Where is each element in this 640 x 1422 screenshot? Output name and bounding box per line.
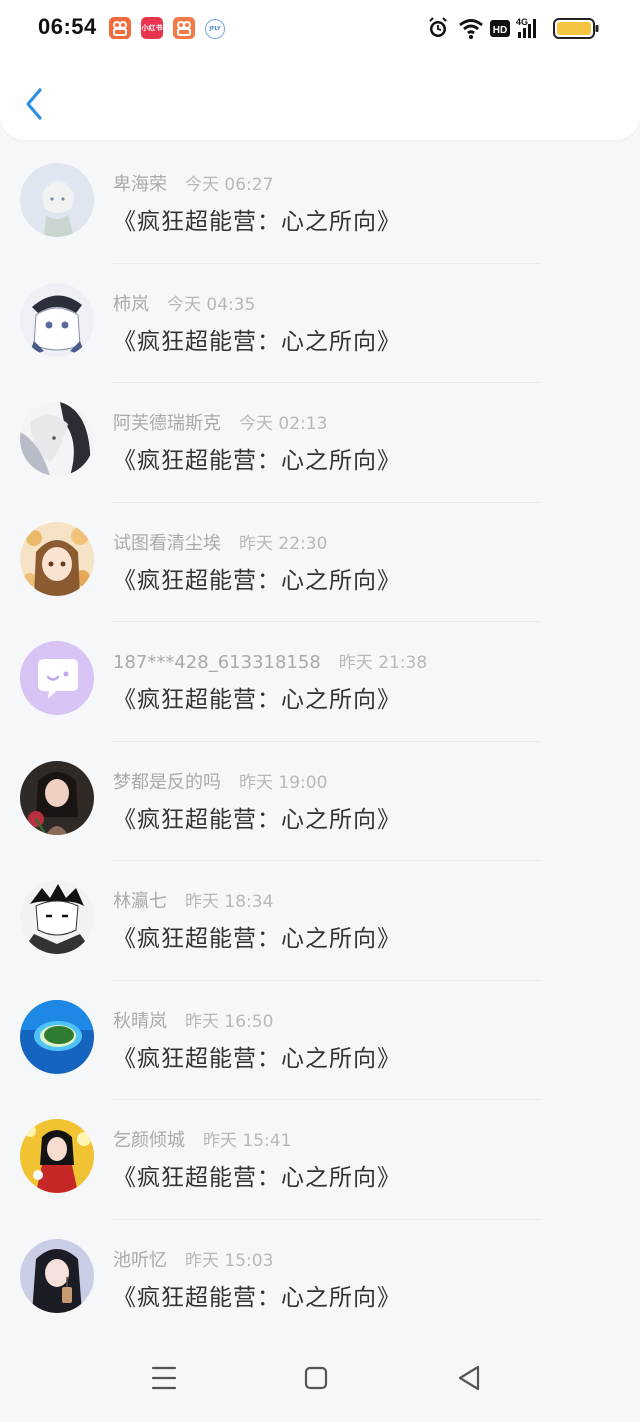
status-bar: 06:54 小红书 JFLY HD 4G (0, 0, 640, 58)
alarm-icon (429, 17, 447, 37)
message-text: 《疯狂超能营：心之所向》 (113, 448, 401, 474)
sender-name: 187***428_613318158 (113, 652, 321, 673)
battery-icon (553, 18, 599, 39)
item-header: 池听忆 昨天 15:03 (113, 1246, 273, 1272)
item-header: 梦都是反的吗 昨天 19:00 (113, 768, 327, 794)
mini-app-icon: 小红书 (141, 17, 163, 39)
item-header: 乞颜倾城 昨天 15:41 (113, 1126, 291, 1152)
message-text: 《疯狂超能营：心之所向》 (113, 687, 401, 713)
item-header: 柿岚 今天 04:35 (113, 290, 255, 316)
item-header: 秋晴岚 昨天 16:50 (113, 1007, 273, 1033)
avatar (20, 1119, 94, 1193)
sender-name: 试图看清尘埃 (113, 532, 221, 554)
list-item[interactable]: 乞颜倾城 昨天 15:41 《疯狂超能营：心之所向》 (0, 1100, 640, 1220)
home-square-icon (304, 1366, 328, 1390)
avatar (20, 760, 94, 835)
jfly-icon: JFLY (205, 19, 225, 39)
message-text: 《疯狂超能营：心之所向》 (113, 926, 401, 952)
svg-text:HD: HD (493, 25, 507, 36)
message-text: 《疯狂超能营：心之所向》 (113, 1165, 401, 1191)
timestamp: 昨天 16:50 (185, 1011, 274, 1032)
list-item[interactable]: 试图看清尘埃 昨天 22:30 《疯狂超能营：心之所向》 (0, 503, 640, 622)
item-header: 林瀛七 昨天 18:34 (113, 887, 273, 913)
hd-icon: HD (490, 20, 510, 37)
sender-name: 梦都是反的吗 (113, 771, 221, 793)
sender-name: 池听忆 (113, 1249, 167, 1271)
avatar (20, 999, 94, 1074)
sender-name: 乞颜倾城 (113, 1130, 185, 1151)
header (0, 58, 640, 140)
back-nav-button[interactable] (450, 1358, 490, 1398)
message-text: 《疯狂超能营：心之所向》 (113, 567, 401, 594)
kuaishou-icon (109, 17, 131, 39)
sender-name: 林瀛七 (113, 891, 167, 912)
menu-button[interactable] (144, 1358, 184, 1398)
message-text: 《疯狂超能营：心之所向》 (113, 328, 401, 355)
timestamp: 昨天 22:30 (239, 533, 328, 554)
list-item[interactable]: 池听忆 昨天 15:03 《疯狂超能营：心之所向》 (0, 1220, 640, 1339)
avatar (20, 521, 94, 596)
timestamp: 昨天 15:03 (185, 1250, 274, 1271)
timestamp: 昨天 18:34 (185, 892, 274, 912)
list-item[interactable]: 阿芙德瑞斯克 今天 02:13 《疯狂超能营：心之所向》 (0, 383, 640, 503)
kuaishou-icon (173, 17, 195, 39)
system-nav-bar (0, 1332, 640, 1422)
message-list: 卑海荣 今天 06:27 《疯狂超能营：心之所向》 柿岚 今天 04:35 《疯狂超… (0, 144, 640, 1339)
list-item[interactable]: 卑海荣 今天 06:27 《疯狂超能营：心之所向》 (0, 144, 640, 264)
menu-icon (151, 1366, 177, 1390)
wifi-icon (459, 19, 483, 39)
chevron-left-icon (26, 88, 42, 120)
status-time: 06:54 (38, 14, 97, 39)
list-item[interactable]: 柿岚 今天 04:35 《疯狂超能营：心之所向》 (0, 264, 640, 383)
timestamp: 今天 06:27 (185, 175, 274, 195)
timestamp: 昨天 15:41 (203, 1131, 292, 1151)
item-header: 187***428_613318158 昨天 21:38 (113, 648, 427, 673)
sender-name: 柿岚 (113, 293, 149, 315)
timestamp: 今天 02:13 (239, 414, 328, 434)
sender-name: 卑海荣 (113, 174, 167, 195)
avatar (20, 163, 94, 237)
avatar (20, 402, 94, 476)
avatar (20, 880, 94, 954)
item-header: 阿芙德瑞斯克 今天 02:13 (113, 409, 327, 435)
sender-name: 阿芙德瑞斯克 (113, 413, 221, 434)
status-indicators: HD 4G (428, 14, 600, 44)
list-item[interactable]: 林瀛七 昨天 18:34 《疯狂超能营：心之所向》 (0, 861, 640, 981)
item-header: 卑海荣 今天 06:27 (113, 170, 273, 196)
message-text: 《疯狂超能营：心之所向》 (113, 806, 401, 833)
sender-name: 秋晴岚 (113, 1010, 167, 1032)
avatar (20, 282, 94, 357)
signal-icon: 4G (516, 17, 536, 38)
back-button[interactable] (18, 86, 54, 122)
message-text: 《疯狂超能营：心之所向》 (113, 209, 401, 235)
list-item[interactable]: 秋晴岚 昨天 16:50 《疯狂超能营：心之所向》 (0, 981, 640, 1100)
timestamp: 昨天 21:38 (338, 653, 428, 673)
avatar (20, 1238, 94, 1313)
list-item[interactable]: 187***428_613318158 昨天 21:38 《疯狂超能营：心之所向》 (0, 622, 640, 742)
item-header: 试图看清尘埃 昨天 22:30 (113, 529, 327, 555)
timestamp: 昨天 19:00 (239, 772, 328, 793)
avatar (20, 641, 94, 715)
back-triangle-icon (458, 1365, 480, 1391)
home-button[interactable] (296, 1358, 336, 1398)
timestamp: 今天 04:35 (167, 294, 256, 315)
list-item[interactable]: 梦都是反的吗 昨天 19:00 《疯狂超能营：心之所向》 (0, 742, 640, 861)
message-text: 《疯狂超能营：心之所向》 (113, 1284, 401, 1311)
message-text: 《疯狂超能营：心之所向》 (113, 1045, 401, 1072)
svg-text:4G: 4G (516, 17, 528, 27)
